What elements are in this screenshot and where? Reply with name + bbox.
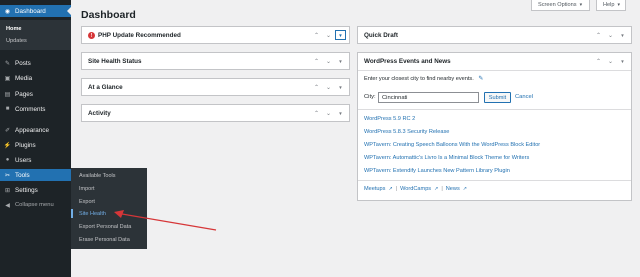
annotation-arrow [114,210,217,231]
annotation-arrow-line [121,213,217,231]
annotation-arrow-head [114,210,124,218]
